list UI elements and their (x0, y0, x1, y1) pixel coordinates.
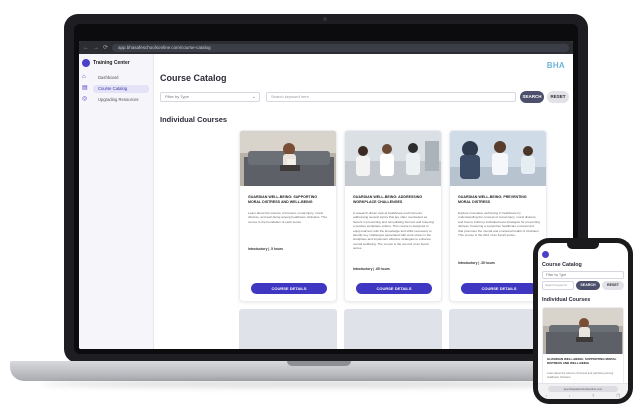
back-icon[interactable]: ‹ (546, 393, 547, 398)
course-details-button[interactable]: COURSE DETAILS (251, 283, 327, 294)
home-icon[interactable]: ⌂ (82, 74, 89, 81)
phone-section-title: Individual Courses (542, 297, 591, 303)
phone-course-description: Learn about the science of burnout and w… (547, 372, 614, 379)
reset-button[interactable]: RESET (547, 91, 569, 103)
phone-filter-select[interactable]: Filter by Type (542, 271, 624, 279)
resources-icon[interactable]: ◎ (82, 96, 89, 103)
course-description: Learn about the science of burnout, mora… (248, 211, 327, 224)
phone-notch (567, 243, 599, 249)
phone-nav: ‹ › ⇪ ❐ (546, 393, 620, 398)
course-image-workplace (345, 131, 441, 186)
search-input[interactable]: Search keyword here (266, 92, 516, 102)
tabs-icon[interactable]: ❐ (616, 393, 620, 398)
phone-url-bar: app.bhasafeschoolsonline.com ‹ › ⇪ ❐ (538, 383, 628, 399)
chevron-down-icon: ⌄ (251, 94, 256, 100)
phone-reset-button[interactable]: RESET (602, 281, 624, 290)
main-content: BHA Course Catalog Filter by Type ⌄ Sear… (154, 54, 573, 349)
course-card-preview (239, 309, 337, 349)
filter-placeholder: Filter by Type (165, 94, 189, 99)
sidebar: Training Center ⌂ ▤ ◎ Dashboard Course C… (79, 54, 154, 349)
product-mockup: ← → ⟳ app.bhasafeschoolsonline.com/cours… (0, 0, 639, 406)
course-title: Guardian Well-Being: Preventing Moral Di… (458, 195, 527, 204)
app-logo-icon (542, 251, 549, 258)
phone-course-card[interactable]: Guardian Well-Being: Supporting Moral Di… (542, 307, 624, 391)
course-meta: Introductory | .35 hours (458, 261, 495, 265)
forward-icon[interactable]: › (569, 393, 570, 398)
course-title: Guardian Well-Being: Supporting Moral Di… (248, 195, 318, 204)
brand-logo: BHA (546, 61, 565, 70)
forward-icon[interactable]: → (93, 45, 99, 51)
course-description: Explore innovative well-being in healthc… (458, 211, 540, 238)
phone-search-input[interactable]: Search keyword (542, 281, 574, 290)
app-logo-icon (82, 59, 90, 67)
course-image-reading (543, 308, 623, 354)
phone-address[interactable]: app.bhasafeschoolsonline.com (548, 386, 618, 392)
sidebar-item-resources[interactable]: Upgrading Resources (93, 96, 149, 104)
course-card: Guardian Well-Being: Addressing Workplac… (344, 130, 442, 302)
share-icon[interactable]: ⇪ (592, 393, 595, 398)
course-meta: Introductory | .65 hours (353, 267, 390, 271)
laptop-camera (323, 17, 327, 21)
course-image-reading (240, 131, 336, 186)
sidebar-item-dashboard[interactable]: Dashboard (93, 74, 149, 82)
laptop-shadow (40, 380, 600, 388)
course-card: Guardian Well-Being: Supporting Moral Di… (239, 130, 337, 302)
phone-search-button[interactable]: SEARCH (576, 281, 600, 290)
course-card-preview (344, 309, 442, 349)
sidebar-item-course-catalog[interactable]: Course Catalog (93, 85, 149, 93)
course-details-button[interactable]: COURSE DETAILS (461, 283, 537, 294)
page-title: Course Catalog (160, 73, 227, 83)
filter-type-select[interactable]: Filter by Type ⌄ (160, 92, 260, 102)
laptop-notch (287, 361, 351, 366)
course-description: A research-driven look at healthcare env… (353, 211, 435, 251)
phone-course-title: Guardian Well-Being: Supporting Moral Di… (547, 357, 617, 365)
course-details-button[interactable]: COURSE DETAILS (356, 283, 432, 294)
address-bar[interactable]: app.bhasafeschoolsonline.com/course-cata… (112, 43, 569, 52)
phone-screen: Course Catalog Filter by Type Search key… (538, 243, 628, 399)
back-icon[interactable]: ← (83, 45, 89, 51)
course-image-clinic (450, 131, 546, 186)
catalog-icon[interactable]: ▤ (82, 85, 89, 92)
section-title: Individual Courses (160, 115, 228, 124)
browser-toolbar: ← → ⟳ app.bhasafeschoolsonline.com/cours… (79, 41, 573, 54)
reload-icon[interactable]: ⟳ (103, 44, 108, 51)
sidebar-title: Training Center (93, 60, 130, 66)
course-meta: Introductory | .5 hours (248, 247, 283, 251)
course-title: Guardian Well-Being: Addressing Workplac… (353, 195, 423, 204)
phone-page-title: Course Catalog (542, 262, 582, 268)
search-button[interactable]: SEARCH (520, 91, 544, 103)
laptop-screen: ← → ⟳ app.bhasafeschoolsonline.com/cours… (79, 41, 573, 349)
